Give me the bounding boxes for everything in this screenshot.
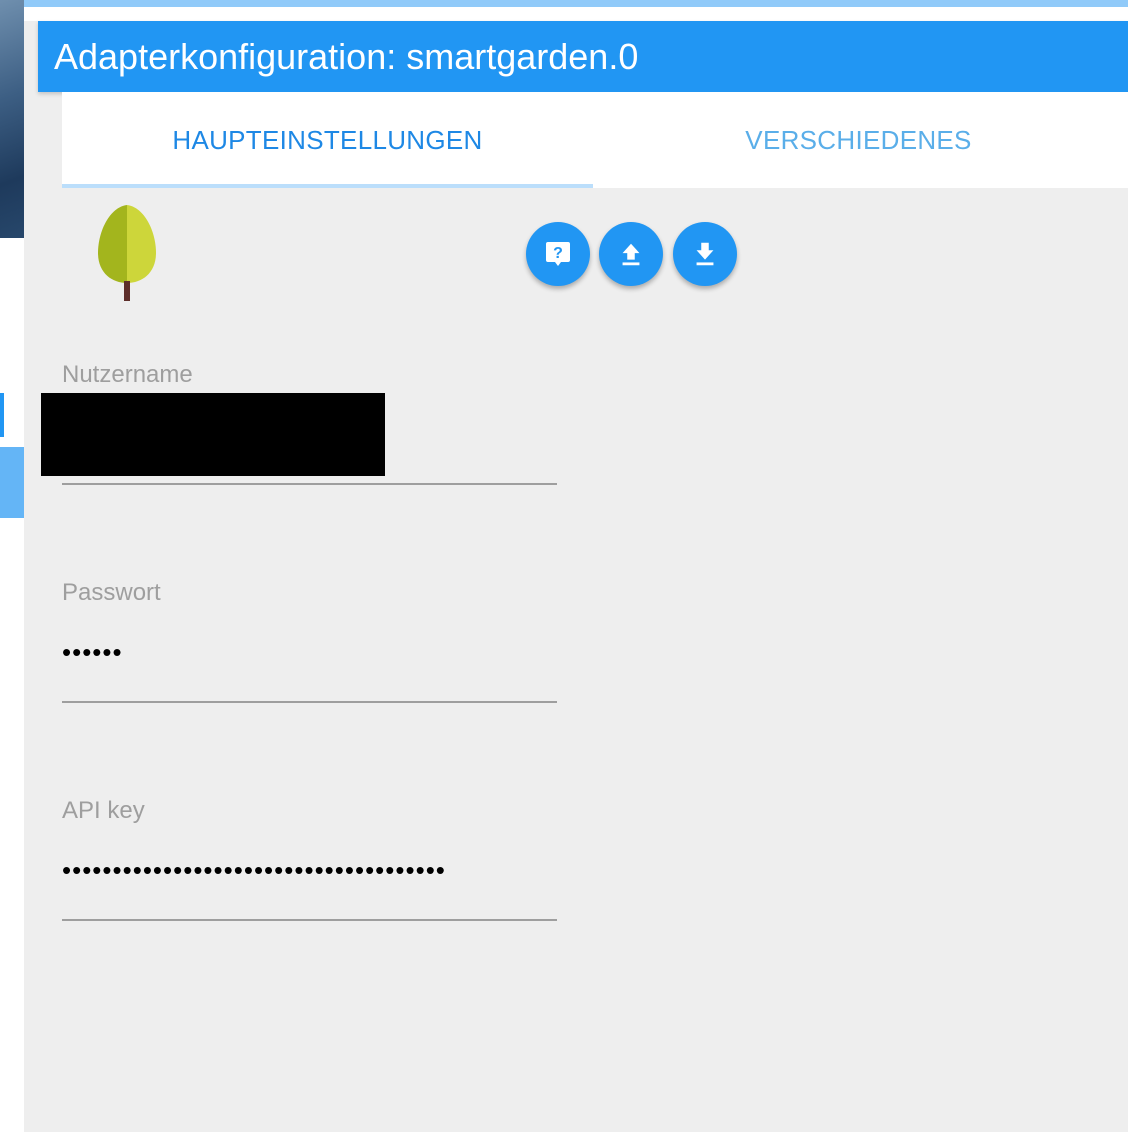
leaf-right-half	[127, 205, 156, 283]
help-icon: ?	[546, 242, 570, 266]
tab-misc[interactable]: VERSCHIEDENES	[593, 92, 1124, 188]
api-key-label: API key	[62, 797, 145, 824]
username-underline	[62, 483, 557, 485]
password-field: Passwort ••••••	[62, 579, 557, 705]
api-key-field: API key ••••••••••••••••••••••••••••••••…	[62, 797, 557, 923]
tab-active-indicator	[62, 184, 593, 188]
password-input[interactable]: ••••••	[62, 637, 557, 668]
dialog-title-bar: Adapterkonfiguration: smartgarden.0	[38, 21, 1128, 92]
download-icon	[696, 242, 714, 266]
upload-button[interactable]	[599, 222, 663, 286]
svg-text:?: ?	[553, 245, 563, 262]
password-underline	[62, 701, 557, 703]
background-image	[0, 0, 24, 238]
help-button[interactable]: ?	[526, 222, 590, 286]
dialog-top-gap	[24, 7, 1128, 21]
tab-main-settings[interactable]: HAUPTEINSTELLUNGEN	[62, 92, 593, 188]
tree-logo-icon	[98, 205, 156, 301]
api-key-input[interactable]: ••••••••••••••••••••••••••••••••••••••	[62, 855, 557, 886]
password-label: Passwort	[62, 579, 161, 606]
api-key-underline	[62, 919, 557, 921]
username-label: Nutzername	[62, 361, 193, 388]
download-button[interactable]	[673, 222, 737, 286]
background-nav-highlight	[0, 447, 24, 518]
upload-icon	[622, 243, 640, 266]
adapter-config-dialog: Adapterkonfiguration: smartgarden.0 HAUP…	[24, 7, 1128, 1132]
leaf-left-half	[98, 205, 127, 283]
dialog-title: Adapterkonfiguration: smartgarden.0	[54, 36, 639, 77]
tree-trunk	[124, 281, 130, 301]
redaction-box	[41, 393, 385, 476]
background-nav-marker	[0, 393, 4, 437]
top-accent-line	[24, 0, 1128, 7]
tab-bar: HAUPTEINSTELLUNGEN VERSCHIEDENES	[62, 92, 1128, 188]
